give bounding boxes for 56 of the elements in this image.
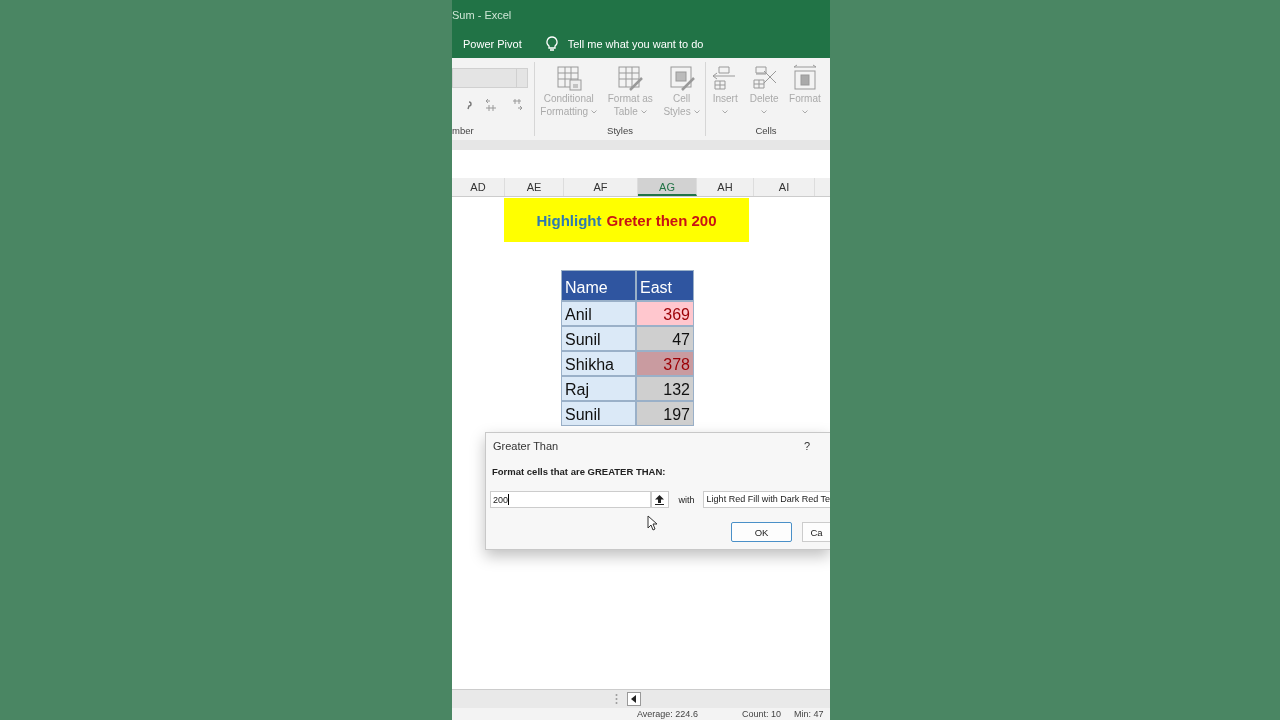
caret-icon <box>722 110 729 114</box>
lightbulb-icon <box>544 36 559 52</box>
increase-decimal-icon[interactable] <box>484 98 498 112</box>
table-cell: 378 <box>636 351 694 376</box>
header-cell: East <box>636 270 694 301</box>
tell-me-field[interactable]: Tell me what you want to do <box>567 38 704 50</box>
column-header[interactable]: AE <box>505 178 564 196</box>
splitter-handle-icon[interactable] <box>615 693 618 705</box>
group-label: mber <box>452 125 475 136</box>
scroll-left-button[interactable] <box>627 692 641 706</box>
caret-icon <box>801 110 808 114</box>
caret-icon <box>761 110 768 114</box>
caret-icon <box>591 109 598 114</box>
banner-text: Highlight <box>536 211 602 229</box>
table-cell: 132 <box>636 376 694 401</box>
status-text: Average: 224.6 <box>637 709 698 719</box>
with-label: with <box>678 494 695 505</box>
table-cell: Raj <box>561 376 636 401</box>
ok-button[interactable]: OK <box>731 522 792 542</box>
group-label: Cells <box>754 125 778 136</box>
column-header[interactable]: AI <box>754 178 815 196</box>
decrease-decimal-icon[interactable] <box>510 98 524 112</box>
table-cell: Sunil <box>561 401 636 426</box>
table-cell: Anil <box>561 301 636 326</box>
value-input-field[interactable]: 200 <box>490 491 651 508</box>
table-grid-icon <box>616 64 645 92</box>
table-grid-icon <box>667 64 696 92</box>
window-title: Sum - Excel <box>452 9 512 21</box>
format-dropdown[interactable]: Light Red Fill with Dark Red Te <box>702 491 830 508</box>
header-cell: Name <box>561 270 636 301</box>
dialog-title: Greater Than <box>493 440 559 452</box>
column-header[interactable]: AD <box>452 178 505 196</box>
comma-style-icon[interactable] <box>466 100 472 110</box>
status-text: Min: 47 <box>794 709 824 719</box>
caret-icon <box>693 109 700 114</box>
table-cell: Shikha <box>561 351 636 376</box>
table-cell: 47 <box>636 326 694 351</box>
status-text: Count: 10 <box>742 709 782 719</box>
column-header[interactable]: AH <box>697 178 754 196</box>
column-header[interactable]: AG <box>638 178 697 196</box>
cancel-button[interactable]: Ca <box>802 522 830 542</box>
up-arrow-icon <box>655 494 665 505</box>
table-cell: Sunil <box>561 326 636 351</box>
number-format-dropdown[interactable] <box>452 68 528 88</box>
ribbon-tab[interactable]: Power Pivot <box>463 38 522 50</box>
left-triangle-icon <box>631 695 637 703</box>
mouse-pointer-icon <box>647 515 658 531</box>
table-cell: 369 <box>636 301 694 326</box>
banner-text: Greter then 200 <box>606 211 717 229</box>
table-cell: 197 <box>636 401 694 426</box>
table-grid-icon <box>554 64 583 92</box>
cells-icon <box>750 64 779 92</box>
group-label: Styles <box>606 125 634 136</box>
help-button[interactable]: ? <box>803 440 810 452</box>
dialog-prompt: Format cells that are GREATER THAN: <box>492 466 667 477</box>
caret-icon <box>640 109 647 114</box>
